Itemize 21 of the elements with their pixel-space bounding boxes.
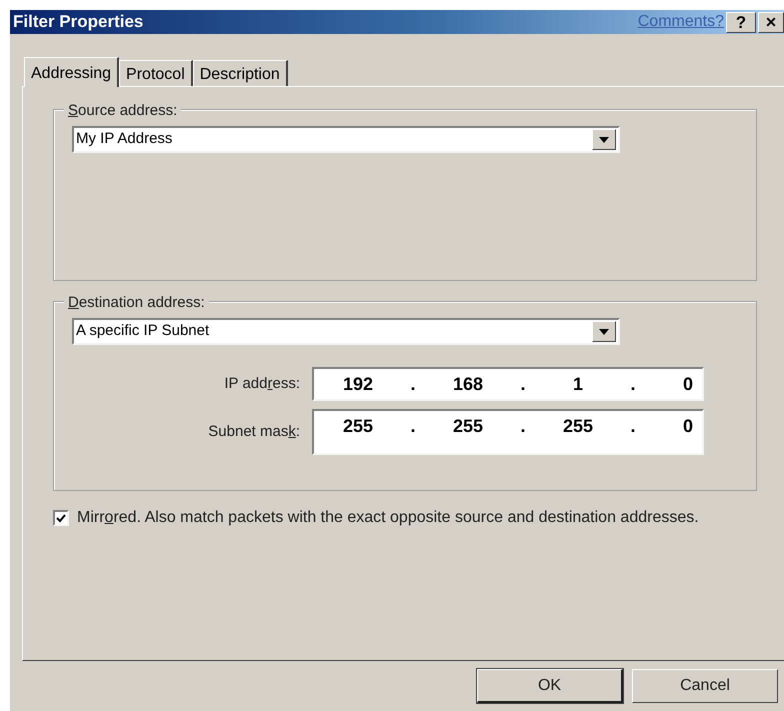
ip-field[interactable]: 192 . 168 . 1 . 0 <box>312 367 704 401</box>
tab[interactable]: Protocol <box>119 60 193 86</box>
dialog-button[interactable]: OK <box>477 669 623 703</box>
window-title: Filter Properties <box>13 11 144 34</box>
dialog-button[interactable]: Cancel <box>632 669 778 703</box>
field-label: Subnet mask: <box>208 422 300 442</box>
address-dropdown[interactable]: A specific IP Subnet <box>72 318 620 345</box>
help-button[interactable]: ? <box>726 12 756 32</box>
tab[interactable]: Addressing <box>24 57 120 87</box>
close-button[interactable]: × <box>758 12 784 32</box>
tab[interactable]: Description <box>192 60 288 86</box>
check-icon <box>56 514 66 522</box>
address-dropdown[interactable]: My IP Address <box>72 126 620 153</box>
mirrored-label: Mirrored. Also match packets with the exact opposite source and destination addresses. <box>77 508 700 528</box>
ip-field[interactable]: 255 . 255 . 255 . 0 <box>312 409 704 455</box>
field-label: IP address: <box>224 374 300 394</box>
group-label: Destination address: <box>64 294 209 311</box>
caret-icon <box>592 129 616 150</box>
mirrored-checkbox[interactable] <box>53 510 69 526</box>
caret-icon <box>592 321 616 342</box>
group-label: Source address: <box>64 102 182 119</box>
